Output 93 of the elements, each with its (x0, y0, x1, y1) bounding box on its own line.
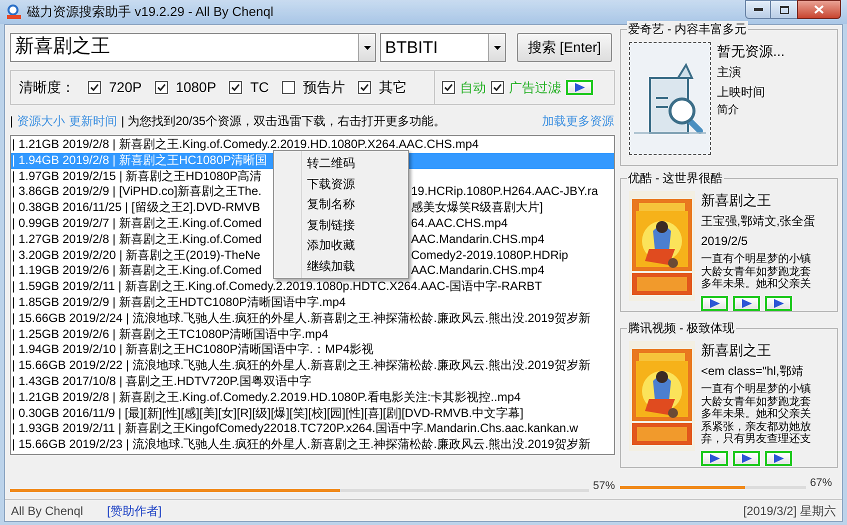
quality-checkbox[interactable]: 预告片 (282, 77, 345, 98)
movie-title: 新喜剧之王 (701, 191, 772, 209)
result-row[interactable]: | 1.85GB 2019/2/9 | 新喜剧之王HDTC1080P清晰国语中字.mp4 (11, 294, 614, 311)
play-icon (774, 454, 784, 462)
play-icon (710, 454, 720, 462)
check-icon (231, 83, 240, 92)
panel-title: 腾讯视频 - 极致体现 (627, 320, 736, 336)
movie-summary: 一直有个明星梦的小镇大龄女青年如梦跑龙套多年未果。她和父亲关系紧张，亲友都劝她放弃，只有男友查理还支 (701, 383, 812, 446)
result-text: 感美女爆笑R级喜剧大片] (411, 200, 543, 216)
result-text: AAC.Mandarin.CHS.mp4 (411, 232, 544, 248)
menu-item[interactable]: 添加收藏 (274, 235, 408, 256)
check-icon (493, 83, 502, 92)
quality-checkbox[interactable]: TC (229, 77, 269, 98)
play-button[interactable] (701, 296, 728, 310)
progress-percent: 57% (592, 481, 615, 492)
result-row[interactable]: | 15.66GB 2019/2/24 | 流浪地球.飞驰人生.疯狂的外星人.新喜剧之王.神探蒲松龄.廉政风云.熊出没.2019贺岁新 (11, 310, 614, 327)
status-message: | 为您找到20/35个资源，双击迅雷下载，右击打开更多功能。 (121, 113, 446, 130)
dropdown-button[interactable] (358, 34, 375, 61)
play-button[interactable] (733, 296, 760, 310)
result-row[interactable]: | 1.21GB 2019/2/8 | 新喜剧之王.King.of.Comedy.2.2019.HD.1080P.看电影关注:卡其影视控..mp4 (11, 390, 614, 406)
result-text: Comedy2-2019.1080P.HDRip (411, 248, 568, 264)
result-row[interactable]: | 3.20GB 2019/2/20 | 新喜剧之王(2019)-TheNe (12, 248, 260, 262)
result-row[interactable]: | 1.21GB 2019/2/8 | 新喜剧之王.King.of.Comedy.2.2019.HD.1080P.X264.AAC.CHS.mp4 (11, 137, 614, 153)
menu-item[interactable]: 继续加载 (274, 256, 408, 276)
minimize-icon (754, 8, 762, 11)
check-icon (444, 83, 453, 92)
result-row[interactable]: | 1.59GB 2019/2/11 | 新喜剧之王.King.of.Comedy.2.2019.1080p.HDTC.X264.AAC-国语中字-RARBT (12, 279, 542, 294)
quality-checkbox[interactable]: 其它 (358, 77, 407, 98)
maximize-icon (780, 6, 788, 14)
movie-summary: 简介 (717, 104, 740, 116)
result-row[interactable]: | 1.94GB 2019/2/10 | 新喜剧之王HC1080P清晰国语中字.：MP4影视 (11, 342, 614, 358)
panel-title: 爱奇艺 - 内容丰富多元 (627, 21, 748, 37)
close-icon (814, 5, 824, 14)
menu-item[interactable]: 复制名称 (274, 194, 408, 214)
maximize-button[interactable] (771, 0, 797, 19)
sponsor-link[interactable]: [赞助作者] (107, 502, 162, 520)
movie-actors: 王宝强,鄂靖文,张全蛋 (701, 213, 817, 229)
check-icon (90, 83, 99, 92)
result-row[interactable]: | 1.25GB 2019/2/6 | 新喜剧之王TC1080P清晰国语中字.mp4 (11, 326, 614, 342)
minimize-button[interactable] (745, 0, 771, 19)
movie-actors: 主演 (717, 64, 742, 80)
movie-summary: 一直有个明星梦的小镇大龄女青年如梦跑龙套多年未果。她和父亲关 (701, 253, 812, 290)
separator-text: | (10, 113, 14, 130)
quality-checkbox[interactable]: 1080P (154, 77, 216, 98)
play-button[interactable] (566, 80, 593, 95)
check-icon (156, 83, 166, 92)
play-icon (774, 298, 784, 308)
play-icon (574, 83, 584, 92)
result-row[interactable]: | 1.43GB 2017/10/8 | 喜剧之王.HDTV720P.国粤双语中字 (11, 374, 614, 390)
result-row[interactable]: | 3.86GB 2019/2/9 | [ViPHD.co]新喜剧之王The. (12, 184, 262, 198)
quality-checkbox[interactable]: 720P (88, 77, 142, 98)
menu-item[interactable]: 复制链接 (274, 214, 408, 235)
result-text: 19.HCRip.1080P.H264.AAC-JBY.ra (411, 184, 598, 200)
panel-title: 优酷 - 这世界很酷 (627, 170, 724, 186)
progress-percent: 67% (810, 478, 832, 489)
search-button[interactable]: 搜索 [Enter] (517, 33, 612, 62)
play-button[interactable] (701, 450, 728, 466)
result-text: AAC.Mandarin.CHS.mp4 (411, 263, 544, 280)
play-button[interactable] (733, 450, 760, 466)
result-row[interactable]: | 1.27GB 2019/2/8 | 新喜剧之王.King.of.Comed (12, 232, 262, 246)
menu-item[interactable]: 下载资源 (274, 174, 408, 194)
window-title: 磁力资源搜索助手 v19.2.29 - All By Chenql (27, 3, 274, 22)
play-button[interactable] (765, 450, 792, 466)
result-row[interactable]: | 1.97GB 2019/2/15 | 新喜剧之王HD1080P高清 (12, 168, 262, 183)
dropdown-button[interactable] (488, 34, 505, 61)
date-text: [2019/3/2] 星期六 (743, 502, 836, 520)
result-row[interactable]: | 15.66GB 2019/2/22 | 流浪地球.飞驰人生.疯狂的外星人.新喜剧之王.神探蒲松龄.廉政风云.熊出没.2019贺岁新 (11, 358, 614, 374)
result-row[interactable]: | 15.66GB 2019/2/23 | 流浪地球.飞驰人生.疯狂的外星人.新喜剧之王.神探蒲松龄.廉政风云.熊出没.2019贺岁新 (11, 437, 614, 453)
search-field[interactable]: 新喜剧之王 (10, 33, 376, 62)
result-row[interactable]: | 0.99GB 2019/2/7 | 新喜剧之王.King.of.Comed (12, 216, 262, 230)
release-date: 2019/2/5 (701, 233, 749, 249)
play-icon (742, 454, 752, 462)
movie-title: 暂无资源... (717, 42, 786, 60)
play-button[interactable] (765, 296, 792, 310)
close-button[interactable] (797, 0, 841, 19)
engine-dropdown[interactable]: BTBITI (380, 33, 506, 62)
play-icon (742, 298, 752, 308)
result-row[interactable]: | 1.93GB 2019/2/11 | 新喜剧之王KingofComedy22018.TC720P.x264.国语中字.Mandarin.Chs.aac.kankan.w (11, 421, 614, 438)
movie-title: 新喜剧之王 (701, 341, 772, 359)
caret-icon (494, 46, 500, 50)
quality-label: 清晰度： (19, 78, 75, 97)
app-icon (6, 4, 22, 20)
movie-actors: <em class="hl,鄂靖 (701, 363, 804, 379)
menu-item[interactable]: 转二维码 (274, 153, 408, 174)
result-row[interactable]: | 0.30GB 2016/11/9 | [最][新][性][感][美][女][R][级][爆][笑][校][园][性][喜][剧][DVD-RMVB.中文字幕] (11, 406, 614, 422)
result-row[interactable]: | 1.19GB 2019/2/6 | 新喜剧之王.King.of.Comed (12, 263, 262, 278)
check-icon (360, 83, 369, 92)
author-text: All By Chenql (11, 502, 84, 520)
play-icon (710, 298, 720, 308)
result-row[interactable]: | 0.38GB 2016/11/25 | [留级之王2].DVD-RMVB (12, 200, 260, 214)
release-date: 上映时间 (717, 84, 766, 100)
caret-icon (364, 46, 370, 50)
result-text: 64.AAC.CHS.mp4 (411, 216, 508, 232)
